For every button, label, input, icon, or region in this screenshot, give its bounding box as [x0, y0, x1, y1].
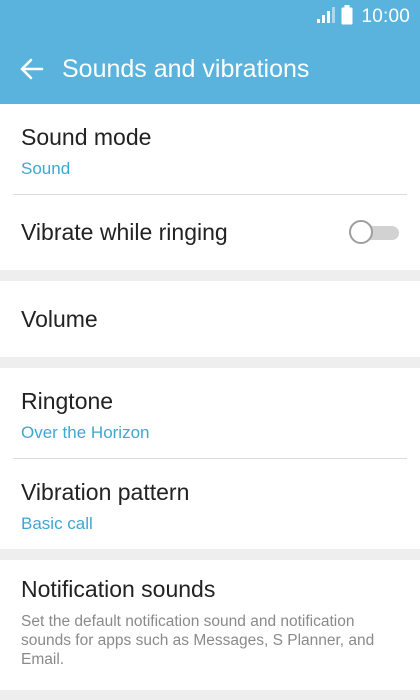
- vibration-pattern-label: Vibration pattern: [21, 479, 190, 505]
- status-time: 10:00: [361, 6, 410, 27]
- ringtone-value: Over the Horizon: [21, 423, 150, 442]
- vibration-pattern-item[interactable]: Vibration pattern Basic call: [0, 459, 420, 549]
- toggle-thumb: [349, 219, 373, 244]
- section-sound-mode: Sound mode Sound Vibrate while ringing: [0, 104, 420, 270]
- vibrate-while-ringing-item[interactable]: Vibrate while ringing: [0, 195, 420, 270]
- notification-sounds-label: Notification sounds: [21, 576, 216, 602]
- vibration-pattern-value: Basic call: [21, 514, 93, 533]
- vibrate-while-ringing-label: Vibrate while ringing: [21, 219, 228, 245]
- ringtone-label: Ringtone: [21, 388, 114, 414]
- vibrate-while-ringing-toggle[interactable]: [349, 219, 399, 246]
- battery-icon: [341, 4, 353, 30]
- section-notification-sounds: Notification sounds Set the default noti…: [0, 560, 420, 690]
- sound-mode-value: Sound: [21, 159, 71, 178]
- section-ringtone: Ringtone Over the Horizon Vibration patt…: [0, 368, 420, 549]
- arrow-left-icon[interactable]: [18, 55, 46, 83]
- notification-sounds-item[interactable]: Notification sounds Set the default noti…: [0, 560, 420, 690]
- ringtone-item[interactable]: Ringtone Over the Horizon: [0, 368, 420, 458]
- section-volume: Volume: [0, 281, 420, 357]
- sound-mode-item[interactable]: Sound mode Sound: [0, 104, 420, 194]
- notification-sounds-description: Set the default notification sound and n…: [21, 613, 375, 668]
- volume-item[interactable]: Volume: [0, 281, 420, 357]
- status-bar: 10:00: [0, 0, 420, 34]
- volume-label: Volume: [21, 305, 98, 332]
- signal-icon: [315, 6, 336, 28]
- page-title: Sounds and vibrations: [62, 54, 310, 83]
- sound-mode-label: Sound mode: [21, 124, 152, 150]
- app-bar: Sounds and vibrations: [0, 34, 420, 104]
